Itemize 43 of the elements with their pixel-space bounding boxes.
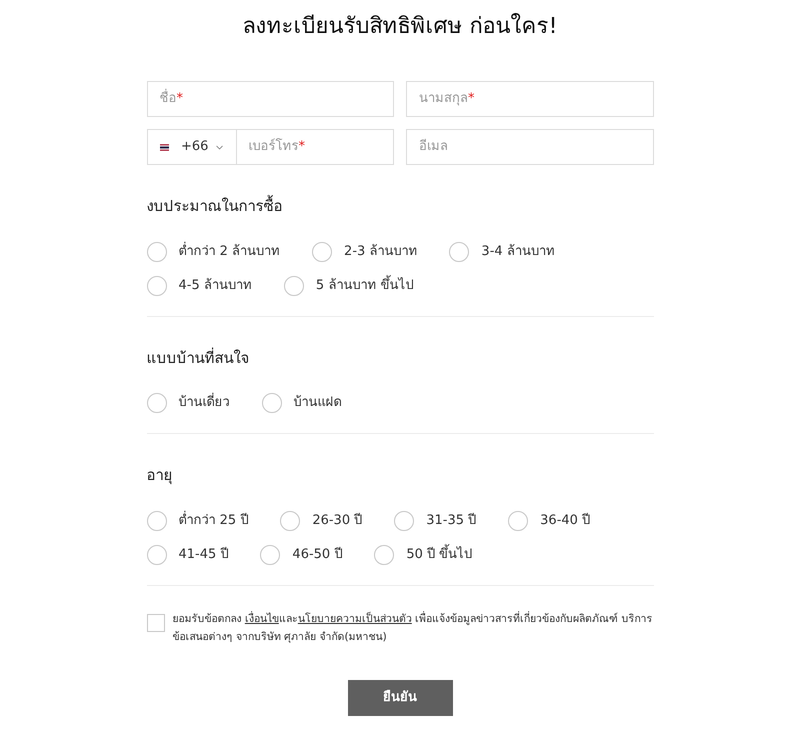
radio-button[interactable]: [146, 510, 166, 530]
option-label: 46-50 ปี: [292, 546, 342, 564]
option-label: 41-45 ปี: [178, 546, 228, 564]
page-title: ลงทะเบียนรับสิทธิพิเศษ ก่อนใคร!: [242, 12, 558, 41]
phone-field[interactable]: เบอร์โทร*: [236, 129, 394, 165]
radio-button[interactable]: [262, 393, 282, 413]
radio-button[interactable]: [146, 276, 166, 296]
radio-button[interactable]: [312, 242, 332, 262]
option-label: บ้านเดี่ยว: [178, 393, 230, 413]
radio-button[interactable]: [260, 544, 280, 564]
option-label: บ้านแฝด: [294, 394, 342, 412]
radio-button[interactable]: [280, 510, 300, 530]
option-label: 3-4 ล้านบาท: [481, 242, 555, 261]
option-label: 5 ล้านบาท ขึ้นไป: [316, 276, 414, 296]
radio-button[interactable]: [146, 393, 166, 413]
radio-button[interactable]: [146, 242, 166, 262]
chevron-down-icon: [216, 144, 224, 150]
policy-link[interactable]: นโยบายความเป็นส่วนตัว: [298, 612, 412, 624]
country-code-select[interactable]: +66: [146, 129, 236, 165]
last-name-field[interactable]: นามสกุล*: [406, 81, 654, 117]
flag-icon: [160, 142, 169, 152]
consent-text: ยอมรับข้อตกลง เงื่อนไขและนโยบายความเป็นส่วนตัว เพื่อแจ้งข้อมูลข่าวสารที่เกี่ยวข้องกับผลิตภัณฑ์ บริการ ข้อเสนอต่างๆ จากบริษัท ศุภาลัย จำกัด(มหาชน): [172, 610, 654, 645]
option-label: 2-3 ล้านบาท: [344, 242, 418, 261]
radio-button[interactable]: [374, 544, 394, 564]
option-label: 4-5 ล้านบาท: [178, 276, 252, 295]
section-heading: แบบบ้านที่สนใจ: [146, 346, 250, 368]
option-label: 26-30 ปี: [312, 512, 362, 530]
radio-button[interactable]: [449, 242, 470, 262]
radio-button[interactable]: [284, 276, 304, 296]
radio-button[interactable]: [394, 510, 414, 530]
submit-button[interactable]: ยืนยัน: [348, 680, 452, 716]
policy-link[interactable]: เงื่อนไข: [244, 612, 279, 624]
radio-button[interactable]: [508, 510, 528, 530]
option-label: 36-40 ปี: [540, 512, 590, 530]
section-heading: งบประมาณในการซื้อ: [146, 195, 284, 217]
option-label: ต่ำกว่า 25 ปี: [178, 510, 248, 530]
radio-button[interactable]: [146, 544, 166, 564]
consent-checkbox[interactable]: [146, 614, 164, 632]
option-label: ต่ำกว่า 2 ล้านบาท: [178, 242, 280, 261]
section-heading: อายุ: [146, 465, 174, 486]
first-name-field[interactable]: ชื่อ*: [146, 81, 394, 117]
option-label: 31-35 ปี: [426, 512, 476, 530]
option-label: 50 ปี ขึ้นไป: [406, 544, 472, 564]
